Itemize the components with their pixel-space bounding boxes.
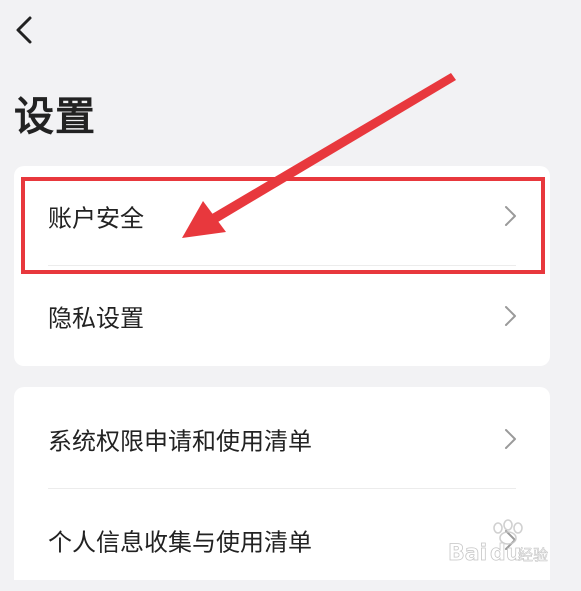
settings-item-personal-info-list[interactable]: 个人信息收集与使用清单 — [14, 489, 550, 591]
settings-item-label: 个人信息收集与使用清单 — [48, 528, 312, 557]
chevron-left-icon — [16, 16, 32, 44]
chevron-right-icon — [502, 427, 518, 451]
settings-group-account: 账户安全 隐私设置 — [14, 166, 550, 366]
chevron-right-icon — [502, 304, 518, 328]
chevron-right-icon — [502, 204, 518, 228]
settings-item-account-security[interactable]: 账户安全 — [14, 166, 550, 266]
settings-item-permission-list[interactable]: 系统权限申请和使用清单 — [14, 387, 550, 489]
settings-item-label: 账户安全 — [48, 204, 144, 233]
page-title: 设置 — [14, 94, 96, 140]
chevron-right-icon — [502, 528, 518, 552]
settings-item-label: 系统权限申请和使用清单 — [48, 427, 312, 456]
back-button[interactable] — [6, 8, 46, 52]
settings-item-privacy[interactable]: 隐私设置 — [14, 266, 550, 366]
settings-item-label: 隐私设置 — [48, 304, 144, 333]
settings-group-lists: 系统权限申请和使用清单 个人信息收集与使用清单 — [14, 387, 550, 580]
